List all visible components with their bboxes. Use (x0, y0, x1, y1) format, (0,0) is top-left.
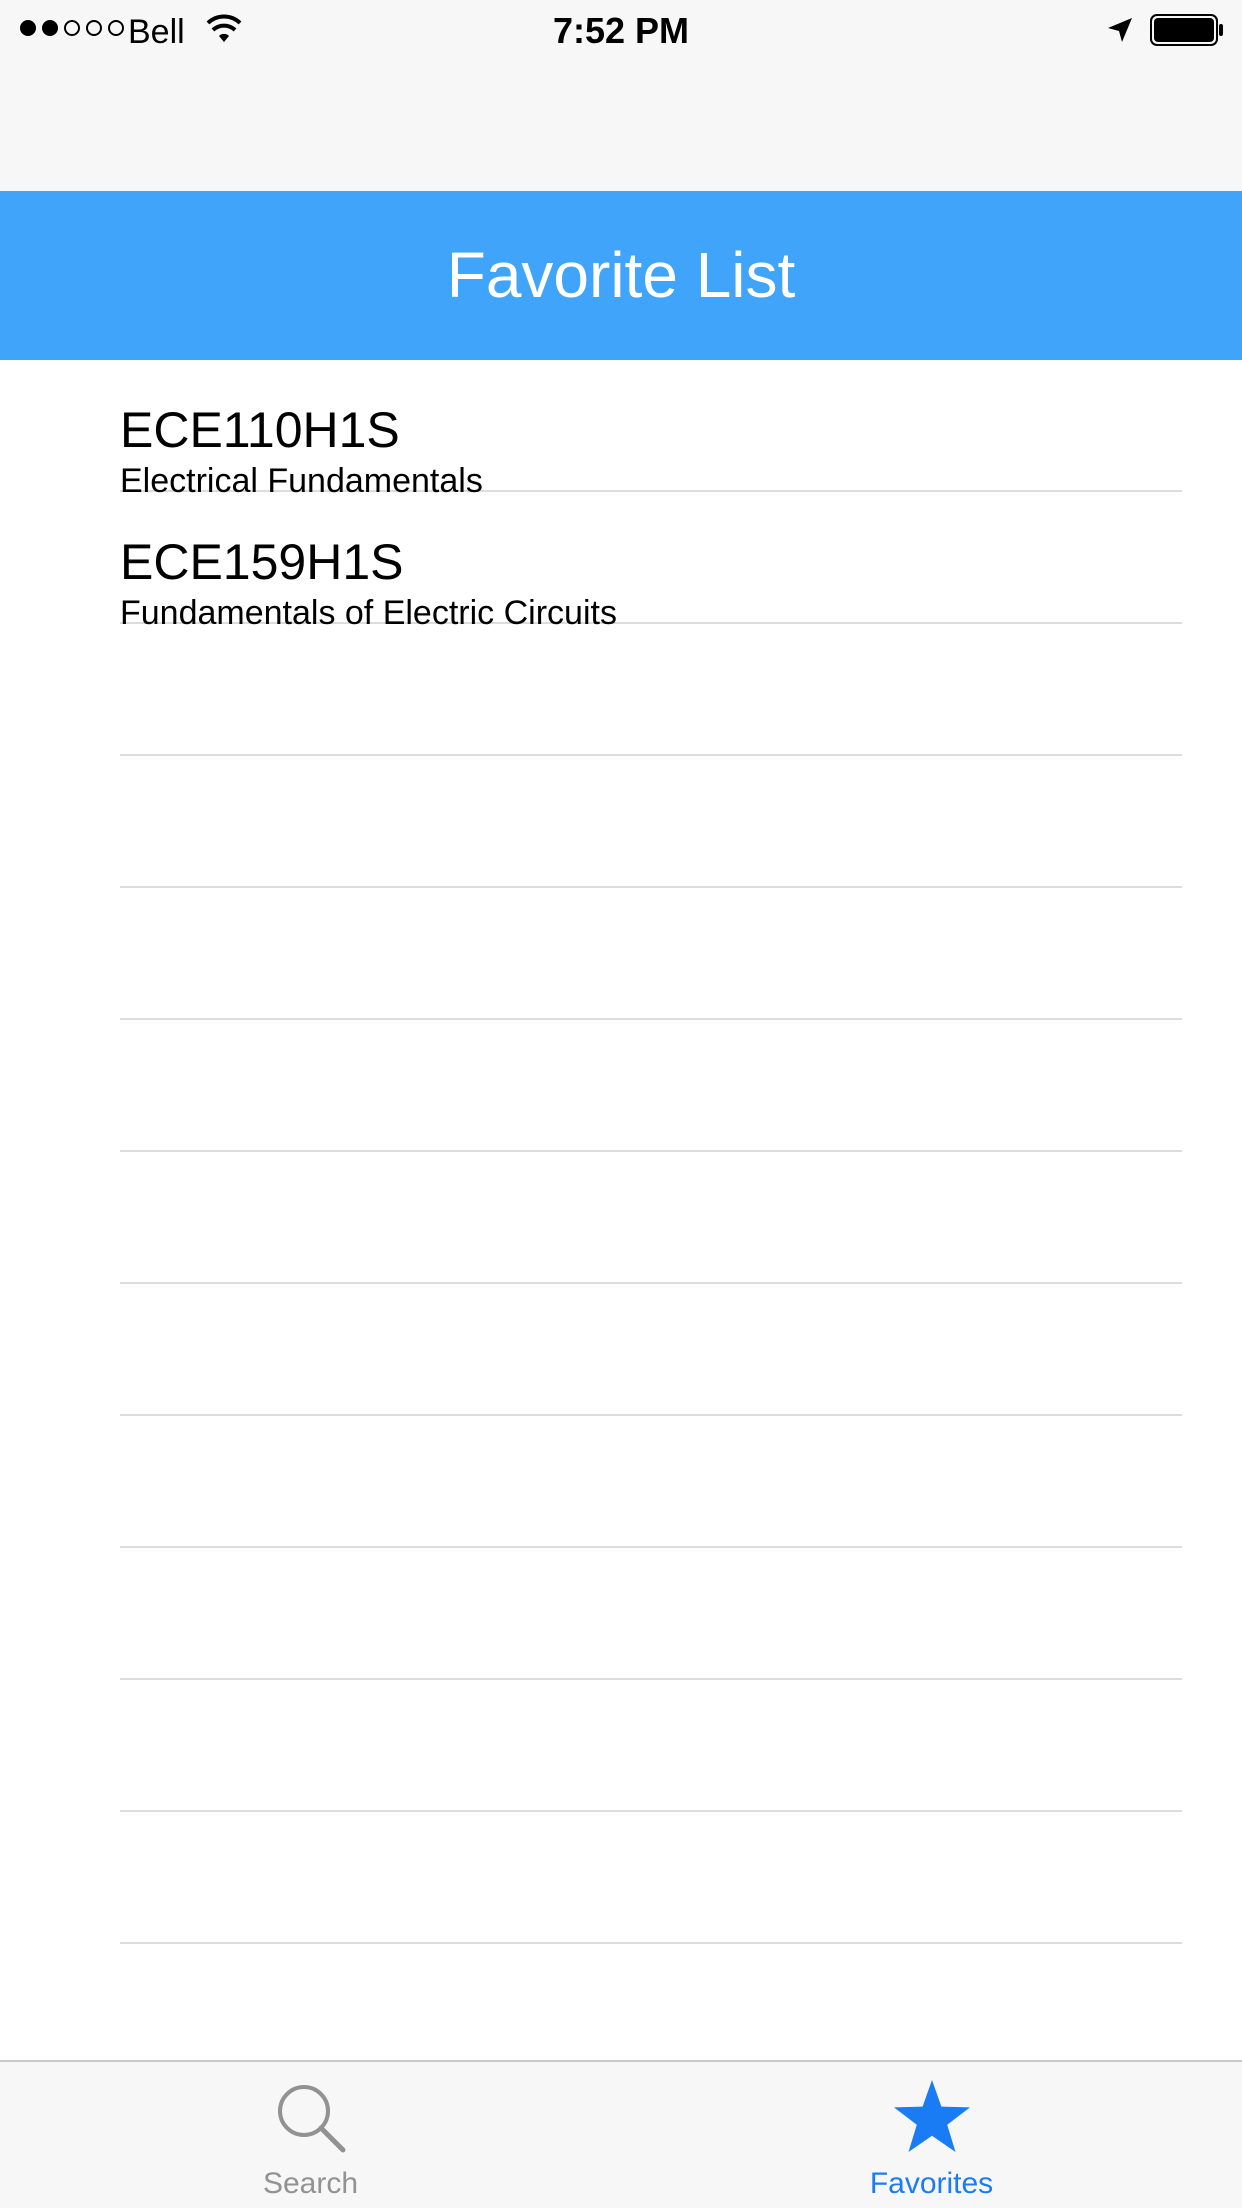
page-title: Favorite List (446, 239, 796, 311)
list-item[interactable]: ECE159H1S Fundamentals of Electric Circu… (120, 492, 1182, 632)
empty-list-row (120, 1812, 1182, 1944)
page-header: Favorite List (0, 191, 1242, 360)
empty-list-row (120, 1152, 1182, 1284)
location-arrow-icon (1108, 18, 1132, 42)
tab-favorites[interactable]: Favorites (621, 2062, 1242, 2210)
status-time: 7:52 PM (552, 10, 690, 51)
battery-icon (1150, 14, 1223, 46)
star-icon (893, 2080, 970, 2152)
empty-list-row (120, 756, 1182, 888)
status-bar: Bell 7:52 PM (0, 0, 1242, 60)
empty-list-row (120, 1020, 1182, 1152)
empty-list-row (120, 624, 1182, 756)
empty-list-row (120, 1548, 1182, 1680)
search-icon (277, 2085, 345, 2153)
empty-list-row (120, 1284, 1182, 1416)
empty-list-row (120, 1416, 1182, 1548)
list-item[interactable]: ECE110H1S Electrical Fundamentals (120, 360, 1182, 500)
tab-label: Search (262, 2167, 359, 2200)
empty-list-row (120, 1680, 1182, 1812)
top-bar-area: Bell 7:52 PM (0, 0, 1242, 191)
tab-search[interactable]: Search (0, 2062, 621, 2210)
tab-label: Favorites (869, 2167, 994, 2200)
course-code: ECE110H1S (120, 402, 400, 458)
course-code: ECE159H1S (120, 534, 404, 590)
empty-list-row (120, 888, 1182, 1020)
tab-bar: Search Favorites (0, 2060, 1242, 2208)
